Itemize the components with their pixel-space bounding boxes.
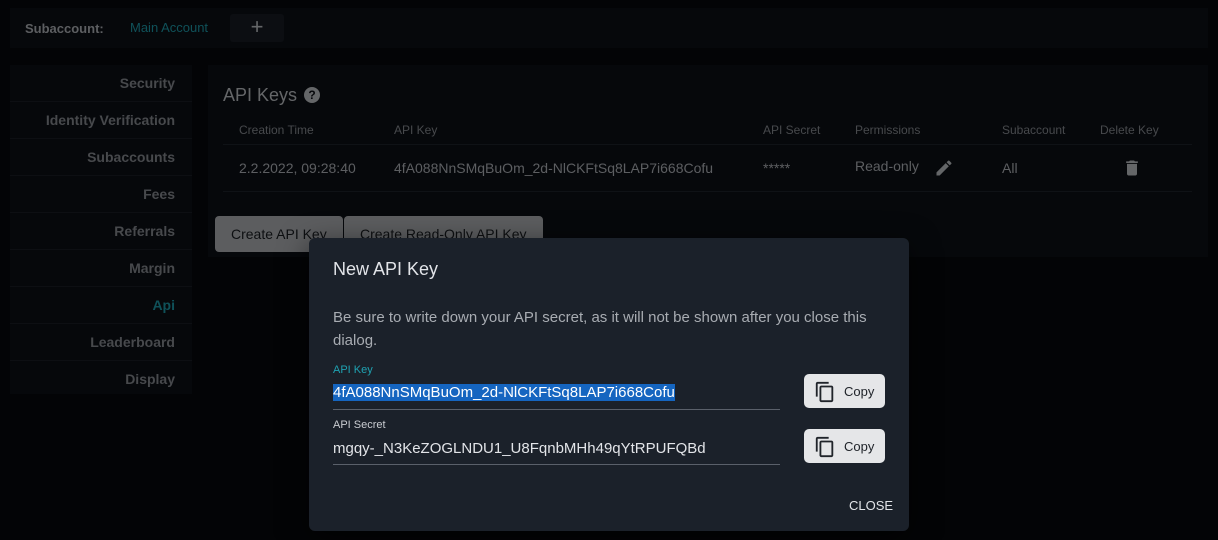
copy-api-secret-button[interactable]: Copy [804,429,885,463]
api-secret-field-label: API Secret [333,419,386,431]
dialog-title: New API Key [333,259,439,279]
api-secret-field[interactable]: mgqy-_N3KeZOGLNDU1_U8FqnbMHh49qYtRPUFQBd [333,440,706,457]
copy-api-key-button[interactable]: Copy [804,374,885,408]
copy-icon [814,381,836,406]
api-key-field-label: API Key [333,364,373,376]
dialog-message: Be sure to write down your API secret, a… [333,309,867,349]
copy-button-label: Copy [844,439,875,454]
new-api-key-dialog: New API Key Be sure to write down your A… [309,238,909,531]
api-key-field[interactable]: 4fA088NnSMqBuOm_2d-NlCKFtSq8LAP7i668Cofu [333,384,675,401]
copy-button-label: Copy [844,384,875,399]
api-key-field-underline [333,409,780,410]
api-secret-field-underline [333,464,780,465]
copy-icon [814,436,836,461]
close-button[interactable]: CLOSE [849,498,893,513]
api-key-value: 4fA088NnSMqBuOm_2d-NlCKFtSq8LAP7i668Cofu [333,384,675,401]
